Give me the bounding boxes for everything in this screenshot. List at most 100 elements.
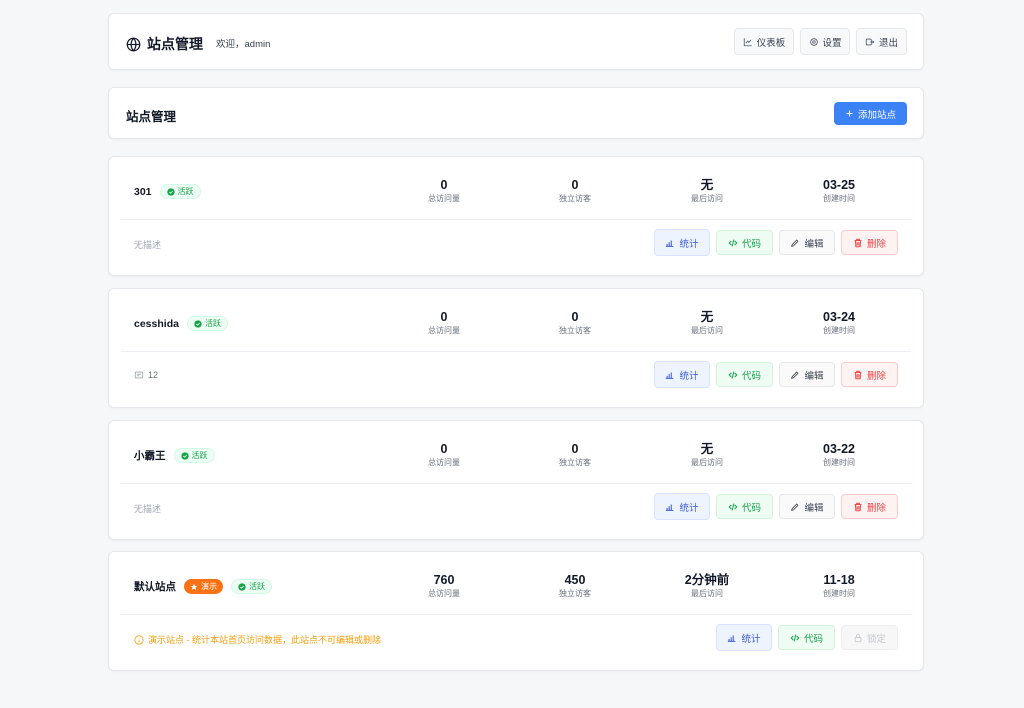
stat-total-visits: 0 总访问量 — [399, 441, 489, 468]
divider — [121, 219, 911, 220]
stat-created: 03-24 创建时间 — [794, 309, 884, 336]
add-site-button[interactable]: 添加站点 — [834, 102, 907, 125]
code-button[interactable]: 代码 — [716, 494, 773, 519]
plus-icon — [846, 110, 853, 117]
demo-badge-label: 演示 — [201, 582, 217, 591]
site-actions: 统计 代码 锁定 — [716, 624, 898, 651]
site-name-row: cesshida 活跃 — [134, 316, 228, 331]
active-badge-label: 活跃 — [249, 582, 265, 591]
last-visit-label: 最后访问 — [691, 589, 723, 598]
stat-total-visits: 760 总访问量 — [399, 572, 489, 599]
edit-button[interactable]: 编辑 — [779, 362, 835, 387]
last-visit-value: 无 — [700, 178, 714, 192]
site-name: 小霸王 — [134, 450, 166, 462]
total-visits-value: 0 — [440, 178, 448, 192]
stat-unique-visitors: 0 独立访客 — [530, 309, 620, 336]
site-card-demo: 默认站点 演示 活跃 760 总访问量 450 独立访客 2分钟前 最后访问 1… — [108, 551, 924, 671]
pencil-icon — [791, 370, 799, 379]
last-visit-label: 最后访问 — [691, 458, 723, 467]
divider — [121, 483, 911, 484]
stat-unique-visitors: 0 独立访客 — [530, 177, 620, 204]
stat-total-visits: 0 总访问量 — [399, 177, 489, 204]
active-badge: 活跃 — [159, 184, 201, 199]
total-visits-value: 760 — [433, 573, 455, 587]
site-description-text: 无描述 — [134, 240, 162, 250]
stats-button[interactable]: 统计 — [654, 493, 710, 520]
site-description: 无描述 — [134, 502, 161, 515]
last-visit-value: 2分钟前 — [684, 573, 730, 587]
last-visit-label: 最后访问 — [691, 326, 723, 335]
locked-button: 锁定 — [841, 625, 898, 650]
code-icon — [728, 503, 738, 510]
stats-label: 统计 — [679, 502, 699, 514]
stats-button[interactable]: 统计 — [654, 229, 710, 256]
created-value: 03-25 — [823, 178, 855, 192]
code-label: 代码 — [803, 633, 823, 645]
site-description-text: 无描述 — [134, 504, 162, 514]
site-name: 301 — [134, 185, 152, 198]
total-visits-label: 总访问量 — [428, 589, 460, 598]
site-name-row: 301 活跃 — [134, 184, 201, 199]
logout-label: 退出 — [879, 37, 899, 49]
check-circle-icon — [166, 187, 175, 196]
last-visit-label: 最后访问 — [691, 194, 723, 203]
created-value: 03-22 — [823, 442, 855, 456]
stat-created: 03-22 创建时间 — [794, 441, 884, 468]
lock-icon — [854, 633, 862, 642]
site-name-row: 默认站点 演示 活跃 — [134, 579, 272, 594]
active-badge-label: 活跃 — [177, 187, 194, 196]
edit-button[interactable]: 编辑 — [779, 230, 835, 255]
delete-button[interactable]: 删除 — [841, 230, 898, 255]
demo-note-text: 演示站点 - 统计本站首页访问数据，此站点不可编辑或删除 — [148, 635, 381, 645]
settings-button[interactable]: 设置 — [800, 28, 850, 55]
dashboard-button[interactable]: 仪表板 — [734, 28, 794, 55]
total-visits-value: 0 — [440, 310, 448, 324]
demo-note: 演示站点 - 统计本站首页访问数据，此站点不可编辑或删除 — [134, 633, 381, 646]
brand: 站点管理 — [126, 34, 203, 54]
section-title: 站点管理 — [126, 110, 177, 124]
info-icon — [134, 634, 144, 645]
stats-label: 统计 — [741, 633, 761, 645]
edit-button[interactable]: 编辑 — [779, 494, 835, 519]
unique-visitors-label: 独立访客 — [559, 458, 591, 467]
stat-unique-visitors: 450 独立访客 — [530, 572, 620, 599]
last-visit-value: 无 — [700, 310, 714, 324]
stats-button[interactable]: 统计 — [716, 624, 772, 651]
check-circle-icon — [180, 451, 189, 460]
stats-button[interactable]: 统计 — [654, 361, 710, 388]
site-name: cesshida — [134, 317, 179, 330]
total-visits-label: 总访问量 — [428, 194, 460, 203]
trash-icon — [854, 238, 862, 247]
site-description: 12 — [134, 370, 158, 380]
unique-visitors-value: 0 — [571, 310, 579, 324]
stat-total-visits: 0 总访问量 — [399, 309, 489, 336]
stat-created: 03-25 创建时间 — [794, 177, 884, 204]
stat-last-visit: 无 最后访问 — [662, 309, 752, 336]
delete-label: 删除 — [866, 502, 886, 514]
trash-icon — [854, 370, 862, 379]
code-button[interactable]: 代码 — [778, 625, 835, 650]
delete-button[interactable]: 删除 — [841, 362, 898, 387]
app-header: 站点管理 欢迎，admin 仪表板 设置 退出 — [108, 13, 924, 70]
app-title: 站点管理 — [147, 36, 203, 52]
check-circle-icon — [194, 319, 202, 328]
code-button[interactable]: 代码 — [716, 230, 773, 255]
delete-button[interactable]: 删除 — [841, 494, 898, 519]
created-value: 11-18 — [823, 573, 855, 587]
active-badge-label: 活跃 — [204, 319, 221, 328]
active-badge: 活跃 — [231, 579, 272, 594]
header-nav: 仪表板 设置 退出 — [734, 28, 907, 55]
code-label: 代码 — [741, 370, 761, 382]
message-icon — [134, 371, 144, 379]
delete-label: 删除 — [866, 238, 886, 250]
created-label: 创建时间 — [823, 589, 855, 598]
stats-label: 统计 — [679, 238, 699, 250]
stat-created: 11-18 创建时间 — [794, 572, 884, 599]
logout-button[interactable]: 退出 — [856, 28, 907, 55]
add-site-label: 添加站点 — [857, 109, 896, 121]
code-button[interactable]: 代码 — [716, 362, 773, 387]
site-name: 默认站点 — [134, 581, 176, 593]
stats-label: 统计 — [679, 370, 699, 382]
pencil-icon — [791, 502, 799, 511]
stat-last-visit: 无 最后访问 — [662, 441, 752, 468]
